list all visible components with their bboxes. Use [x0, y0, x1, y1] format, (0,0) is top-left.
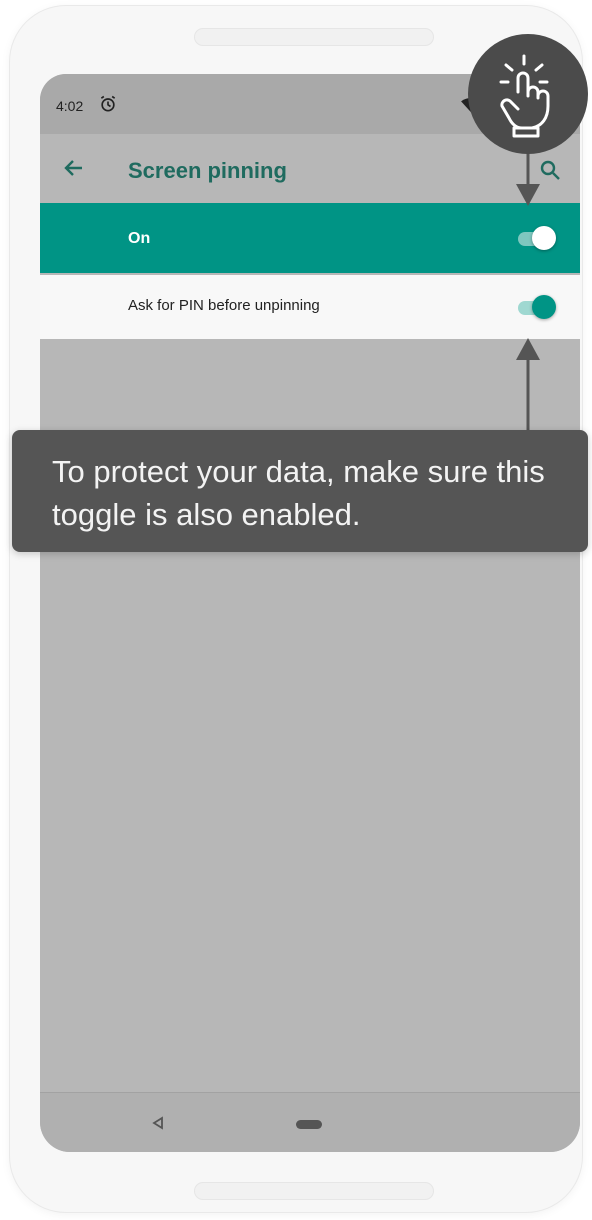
arrow-back-icon[interactable]: [62, 156, 86, 180]
tap-hand-icon: [499, 54, 550, 138]
screen-pinning-toggle[interactable]: [516, 225, 556, 251]
search-icon[interactable]: [538, 158, 562, 182]
hint-tooltip: To protect your data, make sure this tog…: [12, 430, 588, 552]
ask-pin-label: Ask for PIN before unpinning: [128, 297, 320, 314]
top-speaker: [194, 28, 434, 46]
screen-pinning-on-row[interactable]: On: [40, 203, 580, 273]
nav-home-pill-icon[interactable]: [296, 1120, 322, 1129]
page-title: Screen pinning: [128, 158, 287, 183]
phone-frame: 4:02 Screen pinning On Ask for PIN befor…: [10, 6, 582, 1212]
status-time: 4:02: [56, 98, 84, 114]
device-screen: 4:02 Screen pinning On Ask for PIN befor…: [40, 74, 580, 1152]
toggle-thumb: [532, 226, 556, 250]
alarm-clock-icon: [100, 95, 116, 112]
navigation-bar: [40, 1092, 580, 1152]
on-label: On: [128, 230, 151, 247]
tap-indicator-badge: [468, 34, 588, 154]
ask-pin-row[interactable]: Ask for PIN before unpinning: [40, 275, 580, 339]
ask-pin-toggle[interactable]: [516, 294, 556, 320]
hint-tooltip-text: To protect your data, make sure this tog…: [52, 454, 545, 532]
toggle-thumb: [532, 295, 556, 319]
nav-back-triangle-icon[interactable]: [150, 1115, 166, 1131]
bottom-speaker: [194, 1182, 434, 1200]
